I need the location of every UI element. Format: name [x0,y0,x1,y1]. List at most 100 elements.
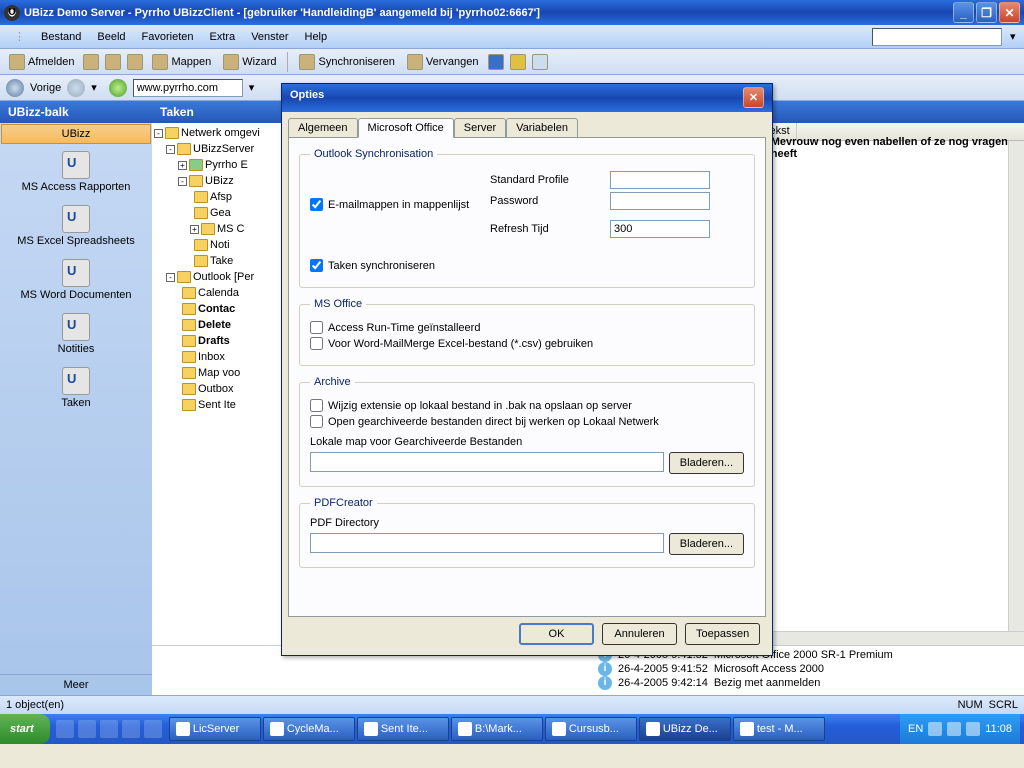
legend-msoffice: MS Office [310,298,366,310]
tb-sync[interactable]: Synchroniseren [296,53,397,71]
notes-icon[interactable] [127,54,143,70]
forward-icon[interactable] [67,79,85,97]
sync-icon [299,54,315,70]
menu-beeld[interactable]: Beeld [89,29,133,45]
dialog-close-button[interactable]: ✕ [743,87,764,108]
open-icon[interactable] [488,54,504,70]
task-sentite[interactable]: Sent Ite... [357,717,449,741]
ok-button[interactable]: OK [519,623,594,645]
quick-launch [50,720,168,738]
task-bmark[interactable]: B:\Mark... [451,717,543,741]
info-icon: i [598,662,612,676]
close-button[interactable]: ✕ [999,2,1020,23]
tb-wizard[interactable]: Wizard [220,53,279,71]
replace-icon [407,54,423,70]
scrollbar-v[interactable] [1008,141,1024,631]
key-icon[interactable] [510,54,526,70]
ql-icon[interactable] [78,720,96,738]
app-icon: U [4,5,20,21]
dialog-titlebar: Opties ✕ [282,84,772,112]
url-input[interactable] [133,79,243,97]
tray-lang[interactable]: EN [908,723,923,735]
group-outlook: Outlook Synchronisation E-mailmappen in … [299,148,755,288]
menu-extra[interactable]: Extra [202,29,244,45]
tab-server[interactable]: Server [454,118,506,137]
tray-icon[interactable] [928,722,942,736]
sidebar-item-excel[interactable]: MS Excel Spreadsheets [0,199,152,253]
statusbar: 1 object(en) NUMSCRL [0,695,1024,714]
task-cyclema[interactable]: CycleMa... [263,717,355,741]
tb-afmelden[interactable]: Afmelden [6,53,77,71]
menu-help[interactable]: Help [297,29,336,45]
tray-clock: 11:08 [985,723,1012,735]
archive-browse-button[interactable]: Bladeren... [669,452,744,474]
info-icon: i [598,676,612,690]
task-cursusb[interactable]: Cursusb... [545,717,637,741]
dialog-title: Opties [290,89,324,107]
help-icon[interactable] [532,54,548,70]
go-icon[interactable] [109,79,127,97]
group-archive: Archive Wijzig extensie op lokaal bestan… [299,376,755,487]
cancel-button[interactable]: Annuleren [602,623,677,645]
chk-word-mm[interactable] [310,337,323,350]
chk-wijzig-ext[interactable] [310,399,323,412]
tray-icon[interactable] [947,722,961,736]
logout-icon [9,54,25,70]
dropdown-icon[interactable]: ▾ [91,81,97,94]
tree[interactable]: -Netwerk omgevi -UBizzServer +Pyrrho E -… [152,123,282,645]
tab-algemeen[interactable]: Algemeen [288,118,358,137]
tb-vervangen[interactable]: Vervangen [404,53,482,71]
maximize-button[interactable]: ❐ [976,2,997,23]
menu-favorieten[interactable]: Favorieten [134,29,202,45]
input-password[interactable] [610,192,710,210]
options-dialog: Opties ✕ Algemeen Microsoft Office Serve… [281,83,773,656]
start-button[interactable]: start [0,714,50,744]
menu-venster[interactable]: Venster [243,29,296,45]
sidebar-header: UBizz-balk [0,101,152,123]
apply-button[interactable]: Toepassen [685,623,760,645]
menu-bestand[interactable]: Bestand [33,29,89,45]
search-icon[interactable] [105,54,121,70]
nav-vorige[interactable]: Vorige [30,82,61,94]
print-icon[interactable] [83,54,99,70]
sidebar-more[interactable]: Meer [0,674,152,695]
ql-icon[interactable] [100,720,118,738]
legend-pdf: PDFCreator [310,497,377,509]
chk-taken-sync[interactable] [310,259,323,272]
task-licserver[interactable]: LicServer [169,717,261,741]
legend-outlook: Outlook Synchronisation [310,148,437,160]
tab-variabelen[interactable]: Variabelen [506,118,578,137]
input-pdf-path[interactable] [310,533,664,553]
sidebar-item-word[interactable]: MS Word Documenten [0,253,152,307]
input-std-profile[interactable] [610,171,710,189]
chk-emailmappen[interactable] [310,198,323,211]
chk-open-gearch[interactable] [310,415,323,428]
label-pdf-dir: PDF Directory [310,517,744,529]
label-lokale-map: Lokale map voor Gearchiveerde Bestanden [310,436,744,448]
group-msoffice: MS Office Access Run-Time geïnstalleerd … [299,298,755,366]
task-ubizzde[interactable]: UBizz De... [639,717,731,741]
pdf-browse-button[interactable]: Bladeren... [669,533,744,555]
sidebar-item-taken[interactable]: Taken [0,361,152,415]
tb-mappen[interactable]: Mappen [149,53,214,71]
url-dropdown-icon[interactable]: ▾ [249,81,255,94]
chk-access-rt[interactable] [310,321,323,334]
status-scrl: SCRL [989,699,1018,711]
back-icon[interactable] [6,79,24,97]
sidebar: UBizz-balk UBizz MS Access Rapporten MS … [0,101,152,695]
input-refresh[interactable] [610,220,710,238]
log-row: i26-4-2005 9:41:52Microsoft Access 2000 [154,662,1022,676]
tray-icon[interactable] [966,722,980,736]
tab-msoffice[interactable]: Microsoft Office [358,118,454,138]
ql-icon[interactable] [144,720,162,738]
task-test[interactable]: test - M... [733,717,825,741]
menu-search-input[interactable] [872,28,1002,46]
system-tray: EN 11:08 [900,714,1020,744]
input-archive-path[interactable] [310,452,664,472]
minimize-button[interactable]: _ [953,2,974,23]
sidebar-item-notities[interactable]: Notities [0,307,152,361]
sidebar-item-ubizz[interactable]: UBizz [1,124,151,144]
ql-icon[interactable] [56,720,74,738]
sidebar-item-access[interactable]: MS Access Rapporten [0,145,152,199]
ql-icon[interactable] [122,720,140,738]
